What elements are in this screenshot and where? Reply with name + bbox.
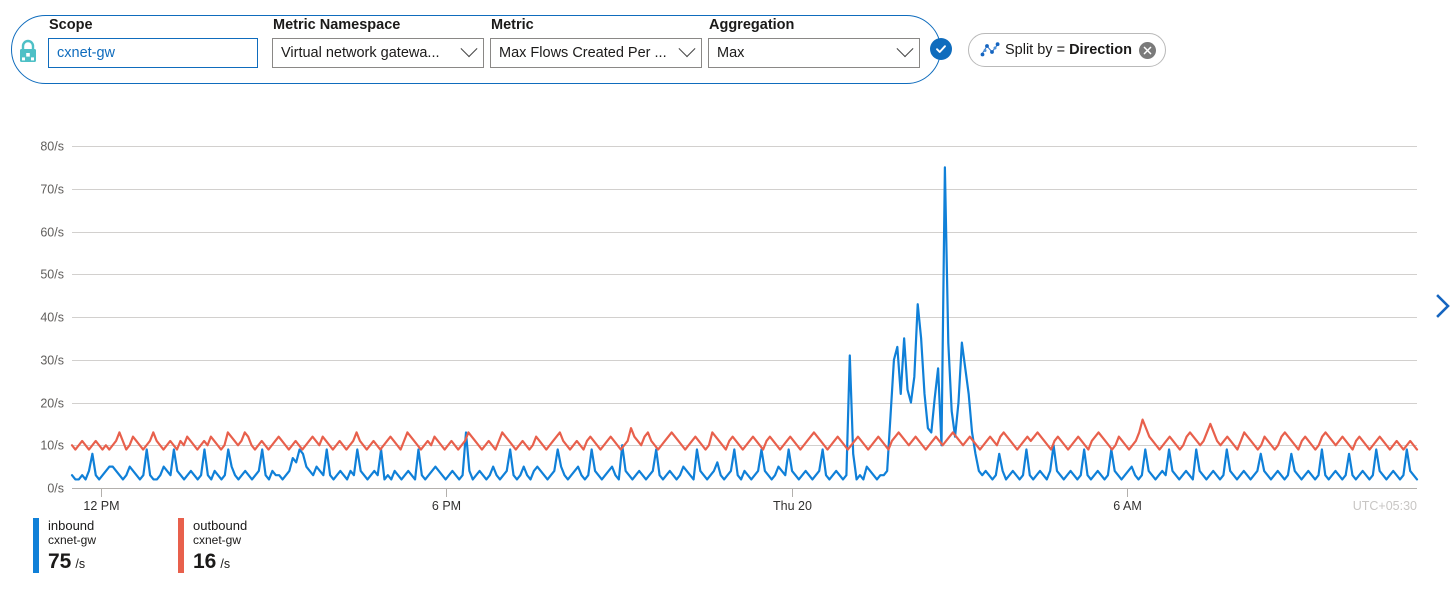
y-axis-tick-label: 20/s — [40, 397, 64, 411]
metric-dropdown[interactable]: Max Flows Created Per ... — [490, 38, 702, 68]
y-axis-tick-label: 80/s — [40, 140, 64, 154]
y-axis-tick-label: 10/s — [40, 439, 64, 453]
scope-value: cxnet-gw — [57, 45, 249, 61]
scope-label: Scope — [49, 17, 258, 33]
chart-x-axis-labels: 12 PM 6 PM Thu 20 6 AM — [83, 499, 1141, 513]
apply-button[interactable] — [930, 38, 952, 60]
legend-color-swatch — [178, 518, 184, 573]
x-axis-tick-label: 6 AM — [1113, 499, 1142, 513]
aggregation-dropdown[interactable]: Max — [708, 38, 920, 68]
scatter-chart-icon — [980, 41, 1000, 59]
legend-resource-name: cxnet-gw — [193, 533, 247, 548]
metric-label: Metric — [491, 17, 702, 33]
legend-value: 75 — [48, 550, 71, 573]
aggregation-field: Aggregation Max — [708, 17, 920, 68]
x-axis-tick-label: 12 PM — [83, 499, 119, 513]
scope-field: Scope cxnet-gw — [48, 17, 258, 68]
chevron-right-icon[interactable] — [1433, 293, 1453, 319]
chart-y-axis-labels: 0/s 10/s 20/s 30/s 40/s 50/s 60/s 70/s 80/s — [40, 140, 64, 496]
chart-svg: 0/s 10/s 20/s 30/s 40/s 50/s 60/s 70/s 80/s 12 P… — [0, 100, 1455, 520]
legend-series-name: outbound — [193, 518, 247, 533]
scope-input[interactable]: cxnet-gw — [48, 38, 258, 68]
legend-resource-name: cxnet-gw — [48, 533, 96, 548]
metric-namespace-field: Metric Namespace Virtual network gatewa.… — [272, 17, 484, 68]
split-by-prefix: Split by = — [1005, 42, 1069, 58]
legend-value: 16 — [193, 550, 216, 573]
y-axis-tick-label: 0/s — [47, 482, 64, 496]
split-by-chip-text: Split by = Direction — [1005, 42, 1132, 58]
metric-namespace-label: Metric Namespace — [273, 17, 484, 33]
metrics-filter-toolbar: Scope cxnet-gw Metric Namespace Virtual … — [0, 0, 1455, 100]
legend-item-outbound[interactable]: outbound cxnet-gw 16 /s — [178, 518, 247, 573]
y-axis-tick-label: 40/s — [40, 311, 64, 325]
timezone-label: UTC+05:30 — [1353, 499, 1417, 513]
aggregation-label: Aggregation — [709, 17, 920, 33]
split-by-chip[interactable]: Split by = Direction — [968, 33, 1166, 67]
y-axis-tick-label: 70/s — [40, 183, 64, 197]
chevron-down-icon — [897, 40, 914, 57]
metric-namespace-dropdown[interactable]: Virtual network gatewa... — [272, 38, 484, 68]
y-axis-tick-label: 60/s — [40, 226, 64, 240]
chevron-down-icon — [679, 40, 696, 57]
x-axis-tick-label: 6 PM — [432, 499, 461, 513]
aggregation-value: Max — [717, 45, 893, 61]
metric-field: Metric Max Flows Created Per ... — [490, 17, 702, 68]
lock-icon — [15, 38, 41, 66]
y-axis-tick-label: 30/s — [40, 354, 64, 368]
legend-series-name: inbound — [48, 518, 96, 533]
chart-series-lines — [72, 167, 1417, 479]
legend-unit: /s — [220, 557, 230, 571]
y-axis-tick-label: 50/s — [40, 268, 64, 282]
legend-color-swatch — [33, 518, 39, 573]
check-circle-icon — [934, 42, 948, 56]
metric-value: Max Flows Created Per ... — [499, 45, 675, 61]
legend-item-inbound[interactable]: inbound cxnet-gw 75 /s — [33, 518, 96, 573]
split-by-value: Direction — [1069, 42, 1132, 58]
close-icon[interactable] — [1139, 42, 1156, 59]
series-line-inbound — [72, 167, 1417, 479]
chart-x-axis-ticks — [102, 488, 1128, 497]
chart-legend: inbound cxnet-gw 75 /s outbound cxnet-gw… — [0, 518, 1455, 593]
chevron-down-icon — [461, 40, 478, 57]
metrics-line-chart[interactable]: 0/s 10/s 20/s 30/s 40/s 50/s 60/s 70/s 80/s 12 P… — [0, 100, 1455, 520]
legend-unit: /s — [75, 557, 85, 571]
x-axis-tick-label: Thu 20 — [773, 499, 812, 513]
metric-namespace-value: Virtual network gatewa... — [281, 45, 457, 61]
